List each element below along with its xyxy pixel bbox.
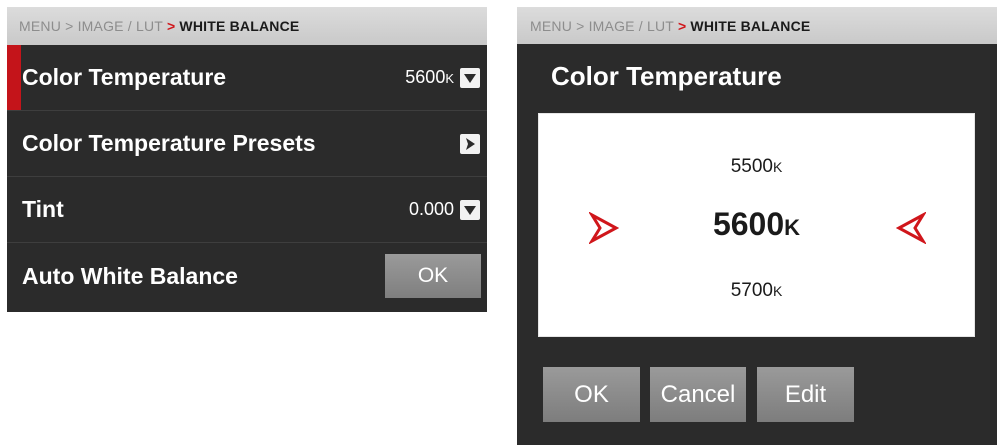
color-temperature-value: 5600K: [405, 67, 454, 88]
breadcrumb-path[interactable]: MENU > IMAGE / LUT: [530, 18, 674, 34]
ok-button[interactable]: OK: [543, 367, 640, 422]
menu-row-tint[interactable]: Tint 0.000: [7, 177, 487, 243]
chevron-right-icon: [589, 212, 619, 244]
value-picker[interactable]: 5500K 5600K 5700K: [538, 113, 975, 337]
edit-button[interactable]: Edit: [757, 367, 854, 422]
picker-current-number: 5600: [712, 206, 785, 242]
tint-value: 0.000: [408, 199, 454, 219]
picker-unit: K: [772, 159, 783, 175]
color-temperature-unit: K: [445, 71, 454, 86]
chevron-right-icon[interactable]: [460, 133, 480, 154]
menu-row-color-temperature[interactable]: Color Temperature 5600K: [7, 45, 487, 111]
breadcrumb-separator: >: [678, 17, 687, 34]
breadcrumb: MENU > IMAGE / LUT > WHITE BALANCE: [517, 7, 997, 44]
menu-row-color-temperature-presets[interactable]: Color Temperature Presets: [7, 111, 487, 177]
menu-row-label: Auto White Balance: [22, 262, 238, 289]
color-temperature-number: 5600: [405, 67, 446, 87]
menu-row-label: Tint: [22, 196, 64, 222]
picker-unit: K: [772, 283, 783, 299]
picker-next-number: 5700: [730, 280, 773, 301]
dropdown-icon[interactable]: [460, 199, 480, 220]
breadcrumb-separator: >: [167, 18, 176, 34]
picker-previous-value[interactable]: 5500K: [539, 156, 974, 178]
color-temperature-dialog: MENU > IMAGE / LUT > WHITE BALANCE Color…: [517, 7, 997, 445]
breadcrumb-current: WHITE BALANCE: [690, 17, 811, 34]
picker-next-value[interactable]: 5700K: [539, 280, 974, 302]
auto-white-balance-ok-button[interactable]: OK: [385, 254, 481, 298]
dropdown-icon[interactable]: [460, 67, 480, 88]
menu-row-label: Color Temperature Presets: [22, 130, 316, 156]
chevron-left-icon: [896, 212, 926, 244]
cancel-button[interactable]: Cancel: [650, 367, 746, 422]
menu-row-label: Color Temperature: [22, 64, 227, 90]
selection-indicator: [7, 45, 21, 110]
picker-previous-number: 5500: [730, 156, 773, 177]
breadcrumb: MENU > IMAGE / LUT > WHITE BALANCE: [7, 7, 487, 45]
menu-row-auto-white-balance: Auto White Balance OK: [7, 243, 487, 309]
picker-unit: K: [784, 215, 801, 240]
breadcrumb-path[interactable]: MENU > IMAGE / LUT: [19, 18, 163, 34]
stage: MENU > IMAGE / LUT > WHITE BALANCE Color…: [0, 0, 997, 445]
dialog-title: Color Temperature: [551, 61, 782, 91]
white-balance-menu: MENU > IMAGE / LUT > WHITE BALANCE Color…: [7, 7, 487, 312]
breadcrumb-current: WHITE BALANCE: [179, 18, 300, 34]
